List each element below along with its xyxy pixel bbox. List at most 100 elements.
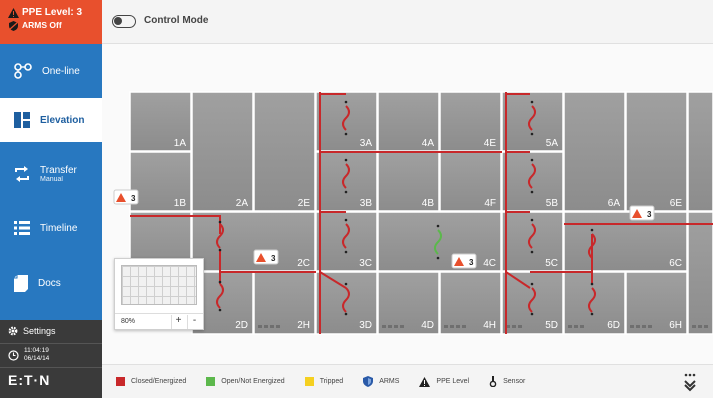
cell-label: 2A <box>236 198 249 209</box>
warning-triangle-icon <box>8 7 19 18</box>
zoom-out-button[interactable]: - <box>187 315 201 329</box>
nav-oneline[interactable]: One-line <box>0 44 102 98</box>
cell-label: 4E <box>484 138 497 149</box>
cell-label: 2H <box>297 320 310 331</box>
expand-legend-icon[interactable] <box>683 372 697 392</box>
legend-bar: Closed/Energized Open/Not Energized Trip… <box>102 364 713 398</box>
timeline-icon <box>14 221 30 235</box>
warning-triangle-icon <box>419 376 431 387</box>
ppe-marker[interactable]: 3 <box>629 205 655 221</box>
clock-date: 06/14/14 <box>24 355 50 362</box>
cell-label: 2D <box>235 320 248 331</box>
control-mode-label: Control Mode <box>144 15 209 26</box>
settings-label: Settings <box>23 326 56 336</box>
legend-label: Tripped <box>319 378 344 385</box>
transfer-icon <box>15 166 29 182</box>
legend-label: Open/Not Energized <box>221 378 285 385</box>
cell-label: 4F <box>484 198 496 209</box>
legend-tripped: Tripped <box>304 377 344 386</box>
clock-time: 11:04:19 <box>24 347 49 354</box>
legend-closed: Closed/Energized <box>116 377 186 386</box>
cell-2A[interactable] <box>191 91 254 212</box>
ppe-level-text: PPE Level: 3 <box>22 7 83 18</box>
cell-label: 3D <box>359 320 372 331</box>
minimap-preview[interactable] <box>121 265 197 305</box>
nav-docs[interactable]: Docs <box>0 250 102 316</box>
nav-docs-label: Docs <box>38 277 61 289</box>
cell-label: 2C <box>297 258 310 269</box>
svg-text:3: 3 <box>271 254 276 263</box>
cell-label: 5B <box>546 198 559 209</box>
oneline-icon <box>14 63 32 79</box>
minimap[interactable]: 80% + - <box>114 258 204 330</box>
cell-label: 6A <box>608 198 621 209</box>
control-mode-toggle[interactable] <box>112 15 136 28</box>
zoom-in-button[interactable]: + <box>171 315 185 329</box>
cell-label: 1B <box>174 198 187 209</box>
cell-label: 3B <box>360 198 373 209</box>
legend-open: Open/Not Energized <box>206 377 285 386</box>
cell-label: 5D <box>545 320 558 331</box>
legend-label: Sensor <box>503 378 526 385</box>
cell-label: 4A <box>422 138 435 149</box>
cell-label: 3A <box>360 138 373 149</box>
cell-label: 4H <box>483 320 496 331</box>
svg-text:3: 3 <box>469 258 474 267</box>
arms-off-icon <box>8 20 19 31</box>
ppe-marker[interactable]: 3 <box>451 253 477 269</box>
nav-oneline-label: One-line <box>42 65 80 77</box>
cell-label: 5C <box>545 258 558 269</box>
legend-sensor: Sensor <box>489 376 525 387</box>
settings-button[interactable]: Settings <box>8 326 56 336</box>
cell-2E[interactable] <box>253 91 316 212</box>
header-bar: Control Mode <box>102 0 713 44</box>
closed-swatch <box>116 377 125 386</box>
cell-label: 6C <box>669 258 682 269</box>
cell-6A[interactable] <box>625 91 688 212</box>
cell-label: 6H <box>669 320 682 331</box>
gear-icon <box>8 326 18 336</box>
cell-label: 5A <box>546 138 559 149</box>
nav-timeline[interactable]: Timeline <box>0 206 102 250</box>
svg-text:3: 3 <box>647 210 652 219</box>
clock: 11:04:19 06/14/14 <box>8 347 49 363</box>
nav-elevation-label: Elevation <box>40 114 85 126</box>
arms-status-text: ARMS Off <box>22 20 62 30</box>
sidebar-footer: Settings 11:04:19 06/14/14 E:T·N <box>0 320 102 398</box>
nav-transfer[interactable]: Transfer Manual <box>0 142 102 206</box>
elevation-view: 1A 1B 2A 2E 3A 3B 3C 3D 4A 4B 4C 4D 4E 4… <box>102 44 713 364</box>
zoom-controls: 80% + - <box>115 313 203 329</box>
cell-label: 2E <box>298 198 311 209</box>
tripped-swatch <box>304 377 314 386</box>
ppe-marker[interactable]: 3 <box>113 189 139 205</box>
cell-5X[interactable] <box>563 91 626 212</box>
cell-label: 4C <box>483 258 496 269</box>
elevation-icon <box>14 112 30 128</box>
ppe-alert-banner[interactable]: PPE Level: 3 ARMS Off <box>0 0 102 44</box>
cell-6E[interactable] <box>687 91 713 212</box>
cell-label: 3C <box>359 258 372 269</box>
clock-icon <box>8 349 19 361</box>
cell-label: 4B <box>422 198 435 209</box>
cell-label: 1A <box>174 138 187 149</box>
nav-elevation[interactable]: Elevation <box>0 98 102 142</box>
sidebar: PPE Level: 3 ARMS Off One-line Elevation… <box>0 0 102 398</box>
legend-label: Closed/Energized <box>131 378 187 385</box>
ppe-marker[interactable]: 3 <box>253 249 279 265</box>
cell-label: 6E <box>670 198 683 209</box>
legend-arms: ARMS <box>363 376 399 387</box>
legend-label: PPE Level <box>436 378 470 385</box>
nav-transfer-label: Transfer <box>40 165 77 176</box>
eaton-logo: E:T·N <box>8 372 51 388</box>
zoom-level: 80% <box>121 318 136 325</box>
docs-icon <box>14 274 28 292</box>
nav-timeline-label: Timeline <box>40 222 78 234</box>
shield-icon <box>363 376 374 387</box>
legend-label: ARMS <box>379 378 400 385</box>
legend-ppe: PPE Level <box>419 376 470 387</box>
open-swatch <box>206 377 216 386</box>
cell-label: 6D <box>607 320 620 331</box>
transfer-mode-label: Manual <box>40 176 63 183</box>
cell-label: 4D <box>421 320 434 331</box>
cell-7D[interactable] <box>687 211 713 335</box>
